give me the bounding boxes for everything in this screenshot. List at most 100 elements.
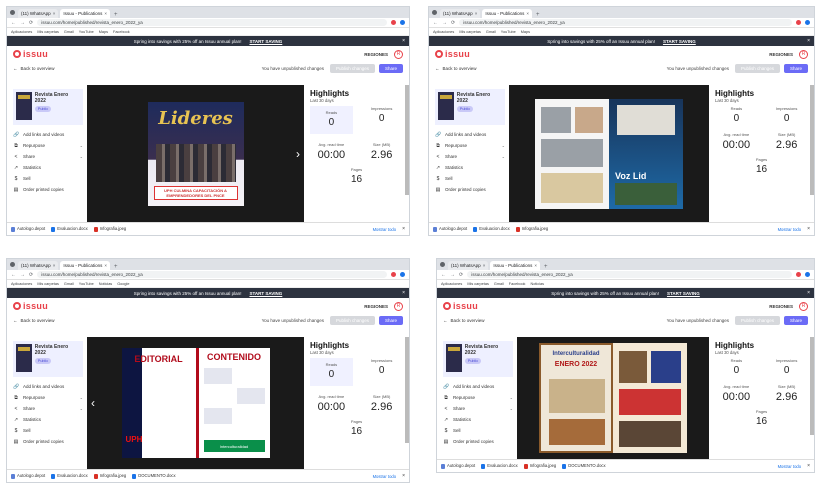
tab-issuu[interactable]: Issuu - Publications ×: [482, 9, 532, 18]
account-name[interactable]: REGIONES: [769, 52, 793, 57]
bookmark-item[interactable]: YouTube: [501, 30, 516, 34]
close-icon[interactable]: ×: [102, 11, 107, 16]
back-to-overview-link[interactable]: ← Back to overview: [13, 66, 55, 71]
scrollbar[interactable]: [810, 337, 814, 435]
promo-cta-link[interactable]: START SAVING: [249, 39, 282, 44]
sidebar-item-share[interactable]: < Share ⌄: [435, 151, 505, 162]
bookmark-item[interactable]: Gmail: [494, 282, 504, 286]
bookmark-item[interactable]: Aplicaciones: [11, 30, 32, 34]
document-viewer[interactable]: Lideres UPH CULMINA CAPACITACIÓN A EMPRE…: [87, 85, 304, 222]
close-icon[interactable]: ×: [51, 11, 56, 16]
bookmark-item[interactable]: Aplicaciones: [441, 282, 462, 286]
new-tab-icon[interactable]: +: [536, 12, 540, 18]
profile-icon[interactable]: [400, 20, 405, 25]
close-icon[interactable]: ×: [402, 290, 405, 296]
sidebar-item-sell[interactable]: $ Sell: [443, 425, 513, 436]
sidebar-item-repurpose[interactable]: ⧉ Repurpose ⌄: [13, 140, 83, 151]
sidebar-item-print[interactable]: ▤ Order printed copies: [435, 184, 505, 195]
bookmark-item[interactable]: Gmail: [64, 282, 74, 286]
download-item[interactable]: Autologo.depot: [11, 226, 45, 232]
bookmark-item[interactable]: YouTube: [79, 30, 94, 34]
bookmark-item[interactable]: Maps: [521, 30, 530, 34]
forward-icon[interactable]: →: [450, 272, 455, 278]
close-icon[interactable]: ×: [807, 226, 810, 232]
share-button[interactable]: Share: [378, 63, 403, 73]
publish-button[interactable]: Publish changes: [329, 315, 375, 325]
close-icon[interactable]: ×: [807, 290, 810, 296]
bookmark-item[interactable]: Gmail: [64, 30, 74, 34]
document-viewer[interactable]: ‹ EDITORIAL UPH CONTENIDO Interculturali…: [87, 337, 304, 469]
close-icon[interactable]: ×: [402, 226, 405, 232]
tab-whatsapp[interactable]: (11) WhatsApp ×: [18, 9, 59, 18]
download-item[interactable]: Infografia.jpeg: [523, 463, 556, 469]
download-item[interactable]: DOCUMENTO.docx: [562, 463, 606, 469]
sidebar-item-links[interactable]: 🔗 Add links and videos: [13, 129, 83, 140]
reload-icon[interactable]: ⟳: [451, 20, 455, 26]
bookmark-item[interactable]: Aplicaciones: [433, 30, 454, 34]
sidebar-item-sell[interactable]: $ Sell: [13, 173, 83, 184]
back-icon[interactable]: ←: [11, 20, 16, 26]
issuu-logo[interactable]: issuu: [13, 49, 48, 59]
share-button[interactable]: Share: [378, 315, 403, 325]
bookmark-item[interactable]: YouTube: [79, 282, 94, 286]
sidebar-item-links[interactable]: 🔗 Add links and videos: [13, 381, 83, 392]
sidebar-item-repurpose[interactable]: ⧉ Repurpose ⌄: [13, 392, 83, 403]
scrollbar[interactable]: [810, 85, 814, 195]
reload-icon[interactable]: ⟳: [29, 272, 33, 278]
download-item[interactable]: Autologo.depot: [441, 463, 475, 469]
profile-icon[interactable]: [400, 272, 405, 277]
scrollbar[interactable]: [405, 85, 409, 195]
show-all-downloads-link[interactable]: Mostrar todo: [373, 474, 397, 479]
back-icon[interactable]: ←: [433, 20, 438, 26]
close-icon[interactable]: ×: [51, 263, 56, 268]
sidebar-item-repurpose[interactable]: ⧉ Repurpose ⌄: [435, 140, 505, 151]
url-field[interactable]: issuu.com/home/published/revista_enero_2…: [37, 271, 387, 278]
issuu-logo[interactable]: issuu: [13, 301, 48, 311]
document-card[interactable]: Revista Enero 2022 Public: [443, 341, 513, 377]
download-item[interactable]: Infografia.jpeg: [93, 226, 126, 232]
bookmark-item[interactable]: Google: [117, 282, 129, 286]
download-item[interactable]: Evaluacion.docx: [473, 226, 510, 232]
close-icon[interactable]: ×: [402, 473, 405, 479]
promo-cta-link[interactable]: START SAVING: [249, 291, 282, 296]
bookmark-item[interactable]: Mis carpetas: [37, 30, 59, 34]
back-to-overview-link[interactable]: ← Back to overview: [13, 318, 55, 323]
share-button[interactable]: Share: [783, 63, 808, 73]
bookmark-item[interactable]: Noticias: [530, 282, 544, 286]
new-tab-icon[interactable]: +: [544, 264, 548, 270]
sidebar-item-share[interactable]: < Share ⌄: [13, 151, 83, 162]
sidebar-item-statistics[interactable]: ↗ Statistics: [435, 162, 505, 173]
forward-icon[interactable]: →: [20, 272, 25, 278]
close-icon[interactable]: ×: [402, 38, 405, 44]
sidebar-item-share[interactable]: < Share ⌄: [13, 403, 83, 414]
sidebar-item-sell[interactable]: $ Sell: [13, 425, 83, 436]
forward-icon[interactable]: →: [442, 20, 447, 26]
new-tab-icon[interactable]: +: [114, 12, 118, 18]
window-menu-icon[interactable]: [432, 10, 437, 15]
reload-icon[interactable]: ⟳: [459, 272, 463, 278]
close-icon[interactable]: ×: [473, 11, 478, 16]
tab-issuu[interactable]: Issuu - Publications ×: [60, 9, 110, 18]
tab-whatsapp[interactable]: (11) WhatsApp ×: [440, 9, 481, 18]
bookmark-item[interactable]: Mis carpetas: [459, 30, 481, 34]
back-to-overview-link[interactable]: ← Back to overview: [443, 318, 485, 323]
download-item[interactable]: Infografia.jpeg: [515, 226, 548, 232]
sidebar-item-share[interactable]: < Share ⌄: [443, 403, 513, 414]
chevron-left-icon[interactable]: ‹: [91, 396, 95, 410]
document-viewer[interactable]: Interculturalidad ENERO 2022: [517, 337, 709, 459]
close-icon[interactable]: ×: [532, 263, 537, 268]
download-item[interactable]: Autologo.depot: [433, 226, 467, 232]
close-icon[interactable]: ×: [807, 463, 810, 469]
sidebar-item-links[interactable]: 🔗 Add links and videos: [443, 381, 513, 392]
avatar[interactable]: R: [394, 301, 403, 311]
scrollbar[interactable]: [405, 337, 409, 443]
window-menu-icon[interactable]: [10, 262, 15, 267]
show-all-downloads-link[interactable]: Mostrar todo: [778, 227, 802, 232]
issuu-logo[interactable]: issuu: [443, 301, 478, 311]
download-item[interactable]: Autologo.depot: [11, 473, 45, 479]
chevron-right-icon[interactable]: ›: [296, 147, 300, 161]
close-icon[interactable]: ×: [102, 263, 107, 268]
extension-icon[interactable]: [391, 20, 396, 25]
download-item[interactable]: Evaluacion.docx: [51, 473, 88, 479]
sidebar-item-print[interactable]: ▤ Order printed copies: [13, 184, 83, 195]
